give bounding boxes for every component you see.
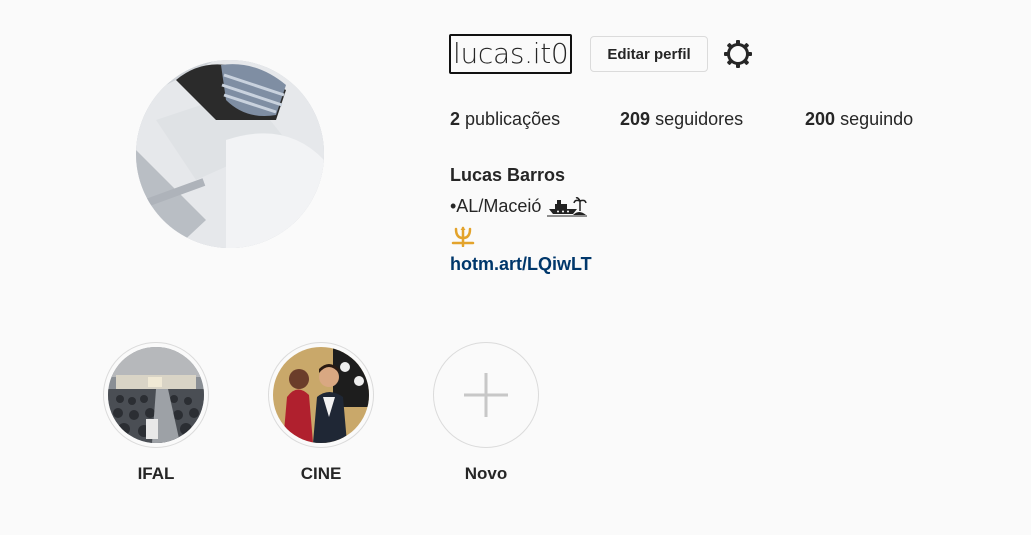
highlight-cover-cine: [273, 347, 369, 443]
following-label: seguindo: [840, 109, 914, 129]
highlight-cine[interactable]: CINE: [268, 342, 374, 484]
highlight-label: Novo: [464, 464, 508, 483]
trident-icon: [451, 225, 475, 248]
followers-label: seguidores: [655, 109, 744, 129]
posts-label: publicações: [465, 109, 561, 129]
new-highlight-ring: [433, 342, 539, 448]
profile-location: •AL/Maceió: [450, 195, 588, 217]
followers-count: 209: [620, 109, 651, 129]
following-count: 200: [805, 109, 836, 129]
highlight-cover-ifal: [108, 347, 204, 443]
plus-icon: [464, 373, 508, 417]
following-stat[interactable]: 200 seguindo: [805, 109, 913, 130]
profile-avatar[interactable]: [136, 60, 324, 248]
avatar-image: [136, 60, 324, 248]
ship-island-icon: [547, 197, 588, 217]
edit-profile-button[interactable]: Editar perfil: [590, 36, 708, 72]
highlight-ring: [268, 342, 374, 448]
posts-count: 2: [450, 109, 461, 129]
profile-full-name: Lucas Barros: [450, 165, 566, 185]
highlight-label: IFAL: [137, 464, 175, 483]
followers-stat[interactable]: 209 seguidores: [620, 109, 743, 130]
profile-website-link[interactable]: hotm.art/LQiwLT: [450, 254, 592, 275]
gear-icon[interactable]: [722, 38, 754, 70]
profile-username: lucas.it0: [449, 34, 573, 74]
posts-stat: 2 publicações: [450, 109, 560, 130]
highlight-new[interactable]: Novo: [433, 342, 539, 484]
highlight-ring: [103, 342, 209, 448]
location-text: •AL/Maceió: [450, 195, 542, 216]
highlight-ifal[interactable]: IFAL: [103, 342, 209, 484]
highlight-label: CINE: [300, 464, 342, 483]
